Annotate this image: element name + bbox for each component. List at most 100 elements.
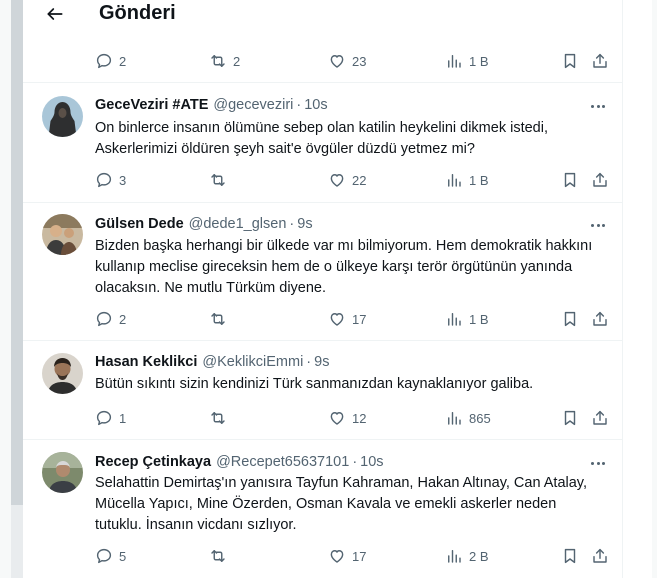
bookmark-button[interactable] <box>561 545 579 567</box>
bookmark-button[interactable] <box>561 407 579 429</box>
repost-icon <box>211 412 225 424</box>
user-handle[interactable]: @KeklikciEmmi <box>202 354 303 370</box>
reply-icon <box>96 53 112 69</box>
avatar[interactable] <box>42 96 83 137</box>
views-button[interactable]: 865 <box>445 407 491 429</box>
reply-tweet[interactable]: Gülsen Dede @dede1_glsen · 9s Bizden baş… <box>23 203 622 341</box>
share-button[interactable] <box>591 50 609 72</box>
more-icon <box>591 223 595 227</box>
reply-count: 1 <box>119 410 127 426</box>
timestamp[interactable]: 9s <box>314 354 329 370</box>
reply-tweet[interactable]: GeceVeziri #ATE @geceveziri · 10s On bin… <box>23 83 622 203</box>
analytics-icon <box>448 550 461 563</box>
more-icon <box>591 104 595 108</box>
share-icon <box>593 53 607 68</box>
avatar[interactable] <box>42 452 83 493</box>
like-count: 22 <box>352 172 367 188</box>
reply-button[interactable]: 1 <box>95 407 126 429</box>
share-button[interactable] <box>591 545 609 567</box>
repost-icon <box>211 313 225 325</box>
view-count: 865 <box>469 410 491 426</box>
views-button[interactable]: 1 B <box>445 308 489 330</box>
repost-button[interactable]: 2 <box>209 50 240 72</box>
repost-button[interactable] <box>209 407 233 429</box>
more-options-button[interactable] <box>588 453 608 473</box>
heart-icon <box>330 313 344 326</box>
display-name[interactable]: Gülsen Dede <box>95 216 184 232</box>
tweet-header: Hasan Keklikci @KeklikciEmmi · 9s <box>95 352 329 372</box>
bookmark-icon <box>564 311 576 327</box>
reply-icon <box>96 548 112 564</box>
more-options-button[interactable] <box>588 215 608 235</box>
display-name[interactable]: GeceVeziri #ATE <box>95 97 208 113</box>
like-count: 17 <box>352 548 367 564</box>
timestamp[interactable]: 10s <box>304 97 327 113</box>
user-handle[interactable]: @Recepet65637101 <box>216 454 349 470</box>
timestamp[interactable]: 9s <box>297 216 312 232</box>
display-name[interactable]: Hasan Keklikci <box>95 354 197 370</box>
views-button[interactable]: 1 B <box>445 169 489 191</box>
bookmark-icon <box>564 172 576 188</box>
tweet-action-bar: 3 22 1 B <box>95 169 613 191</box>
avatar[interactable] <box>42 214 83 255</box>
repost-button[interactable] <box>209 545 233 567</box>
right-sidebar-strip <box>652 0 657 578</box>
page-title: Gönderi <box>99 2 176 24</box>
like-button[interactable]: 23 <box>328 50 366 72</box>
analytics-icon <box>448 174 461 187</box>
more-options-button[interactable] <box>588 96 608 116</box>
share-icon <box>593 311 607 326</box>
tweet-text: On binlerce insanın ölümüne sebep olan k… <box>95 120 548 157</box>
main-post-action-bar: 2 2 23 1 B <box>95 50 613 72</box>
display-name[interactable]: Recep Çetinkaya <box>95 454 211 470</box>
like-button[interactable]: 22 <box>328 169 366 191</box>
share-icon <box>593 172 607 187</box>
share-button[interactable] <box>591 169 609 191</box>
repost-icon <box>211 55 225 67</box>
user-handle[interactable]: @dede1_glsen <box>189 216 287 232</box>
reply-button[interactable]: 3 <box>95 169 126 191</box>
like-button[interactable]: 17 <box>328 545 366 567</box>
analytics-icon <box>448 55 461 68</box>
scrollbar-track[interactable] <box>11 0 23 578</box>
tweet-header: GeceVeziri #ATE @geceveziri · 10s <box>95 95 328 115</box>
scrollbar-thumb[interactable] <box>11 505 23 578</box>
share-button[interactable] <box>591 407 609 429</box>
reply-count: 5 <box>119 548 127 564</box>
back-button[interactable] <box>39 0 71 28</box>
views-button[interactable]: 1 B <box>445 50 489 72</box>
bookmark-button[interactable] <box>561 308 579 330</box>
reply-button[interactable]: 5 <box>95 545 126 567</box>
tweet-text: Selahattin Demirtaş'ın yanısıra Tayfun K… <box>95 475 588 533</box>
tweet-action-bar: 5 17 2 B <box>95 545 613 567</box>
tweet-text: Bütün sıkıntı sizin kendinizi Türk sanma… <box>95 376 534 392</box>
like-button[interactable]: 17 <box>328 308 366 330</box>
reply-button[interactable]: 2 <box>95 308 126 330</box>
like-button[interactable]: 12 <box>328 407 366 429</box>
reply-tweet[interactable]: Hasan Keklikci @KeklikciEmmi · 9s Bütün … <box>23 341 622 440</box>
heart-icon <box>330 412 344 425</box>
repost-icon <box>211 550 225 562</box>
reply-tweet[interactable]: Recep Çetinkaya @Recepet65637101 · 10s S… <box>23 440 622 578</box>
timestamp[interactable]: 10s <box>360 454 383 470</box>
user-handle[interactable]: @geceveziri <box>213 97 293 113</box>
heart-icon <box>330 55 344 68</box>
repost-button[interactable] <box>209 308 233 330</box>
bookmark-button[interactable] <box>561 169 579 191</box>
repost-button[interactable] <box>209 169 233 191</box>
share-button[interactable] <box>591 308 609 330</box>
view-count: 1 B <box>469 172 489 188</box>
repost-icon <box>211 174 225 186</box>
reply-button[interactable]: 2 <box>95 50 126 72</box>
avatar[interactable] <box>42 353 83 394</box>
separator-dot: · <box>296 97 302 113</box>
reply-icon <box>96 410 112 426</box>
views-button[interactable]: 2 B <box>445 545 489 567</box>
reply-icon <box>96 172 112 188</box>
separator-dot: · <box>306 354 312 370</box>
view-count: 1 B <box>469 311 489 327</box>
page-header: Gönderi <box>23 0 622 34</box>
bookmark-button[interactable] <box>561 50 579 72</box>
separator-dot: · <box>289 216 295 232</box>
repost-count: 2 <box>233 53 241 69</box>
